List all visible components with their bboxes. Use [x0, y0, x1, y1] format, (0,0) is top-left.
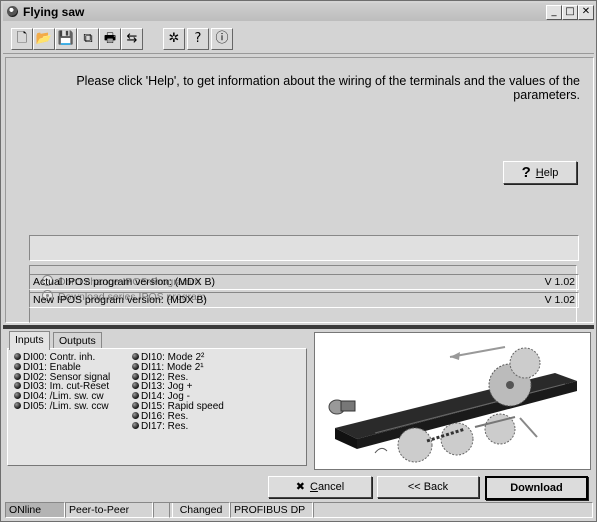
title-bar[interactable]: Flying saw _ □ ✕: [3, 3, 594, 21]
status-bar: ONline Peer-to-Peer Changed PROFIBUS DP: [3, 501, 594, 519]
flying-saw-illustration: [314, 332, 591, 470]
led-icon: [132, 401, 139, 409]
list-item: DI17: Res.: [132, 421, 224, 432]
help-icon[interactable]: ?: [187, 28, 209, 50]
window-title: Flying saw: [23, 5, 85, 19]
status-online: ONline: [5, 502, 65, 518]
cancel-button[interactable]: ✖ Cancel: [268, 476, 372, 498]
led-icon: [14, 362, 21, 370]
help-button[interactable]: ? Help: [503, 161, 577, 184]
cancel-button-accesskey: C: [309, 481, 318, 493]
tools-icon[interactable]: ✲: [163, 28, 185, 50]
led-icon: [14, 401, 21, 409]
led-icon: [132, 353, 139, 360]
toolbar: 🗋 📂 💾 ⧉ 🖶 ⇆ ✲ ? ⓘ: [3, 23, 594, 54]
led-icon: [14, 353, 21, 360]
open-folder-icon[interactable]: 📂: [33, 28, 55, 50]
cancel-button-label: ancel: [317, 481, 345, 493]
actual-version-row: Actual IPOS program version: (MDX B) V 1…: [29, 274, 579, 290]
maximize-button[interactable]: □: [562, 5, 578, 20]
inputs-column-left: DI00: Contr. inh. DI01: Enable DI02: Sen…: [14, 353, 110, 412]
status-connection: Peer-to-Peer: [65, 502, 153, 518]
back-button[interactable]: << Back: [377, 476, 479, 498]
copy-icon[interactable]: ⧉: [77, 28, 99, 50]
progress-bar: [29, 235, 579, 261]
status-bus: PROFIBUS DP: [230, 502, 313, 518]
inputs-column-right: DI10: Mode 2² DI11: Mode 2¹ DI12: Res. D…: [132, 353, 224, 431]
info-icon[interactable]: ⓘ: [211, 28, 233, 50]
led-icon: [132, 392, 139, 400]
led-icon: [132, 372, 139, 380]
led-icon: [14, 392, 21, 400]
flying-saw-window: Flying saw _ □ ✕ 🗋 📂 💾 ⧉ 🖶 ⇆ ✲ ? ⓘ Pleas…: [0, 0, 597, 522]
led-icon: [132, 362, 139, 370]
main-panel: Please click 'Help', to get information …: [5, 57, 594, 323]
saw-machine-image: [328, 346, 577, 463]
app-icon: [7, 6, 18, 17]
new-file-icon[interactable]: 🗋: [11, 28, 33, 50]
panel-separator: [3, 325, 594, 329]
question-mark-icon: ?: [521, 164, 531, 181]
info-text: Please click 'Help', to get information …: [76, 74, 580, 102]
tab-outputs[interactable]: Outputs: [53, 332, 102, 349]
tab-inputs[interactable]: Inputs: [9, 331, 50, 350]
close-button[interactable]: ✕: [578, 5, 594, 20]
led-icon: [132, 411, 139, 419]
help-button-label: elp: [543, 167, 559, 179]
list-item: DI05: /Lim. sw. ccw: [14, 401, 110, 412]
minimize-button[interactable]: _: [546, 5, 562, 20]
inputs-tab-content: DI00: Contr. inh. DI01: Enable DI02: Sen…: [7, 348, 307, 466]
help-button-accesskey: H: [535, 167, 544, 179]
new-version-value: V 1.02: [544, 294, 575, 306]
status-changed: Changed: [169, 502, 230, 518]
status-empty-2: [313, 502, 593, 518]
led-icon: [132, 382, 139, 390]
new-version-row: New IPOS program version: (MDX B) V 1.02: [29, 292, 579, 308]
led-icon: [132, 421, 139, 429]
led-icon: [14, 382, 21, 390]
save-icon[interactable]: 💾: [55, 28, 77, 50]
io-tabs: Inputs Outputs DI00: Contr. inh. DI01: E…: [7, 331, 307, 466]
actual-version-label: Actual IPOS program version: (MDX B): [33, 276, 216, 288]
led-icon: [14, 372, 21, 380]
transfer-icon[interactable]: ⇆: [121, 28, 143, 50]
print-icon[interactable]: 🖶: [99, 28, 121, 50]
new-version-label: New IPOS program version: (MDX B): [33, 294, 207, 306]
actual-version-value: V 1.02: [544, 276, 575, 288]
cancel-icon: ✖: [295, 480, 305, 493]
download-button[interactable]: Download: [485, 476, 588, 500]
